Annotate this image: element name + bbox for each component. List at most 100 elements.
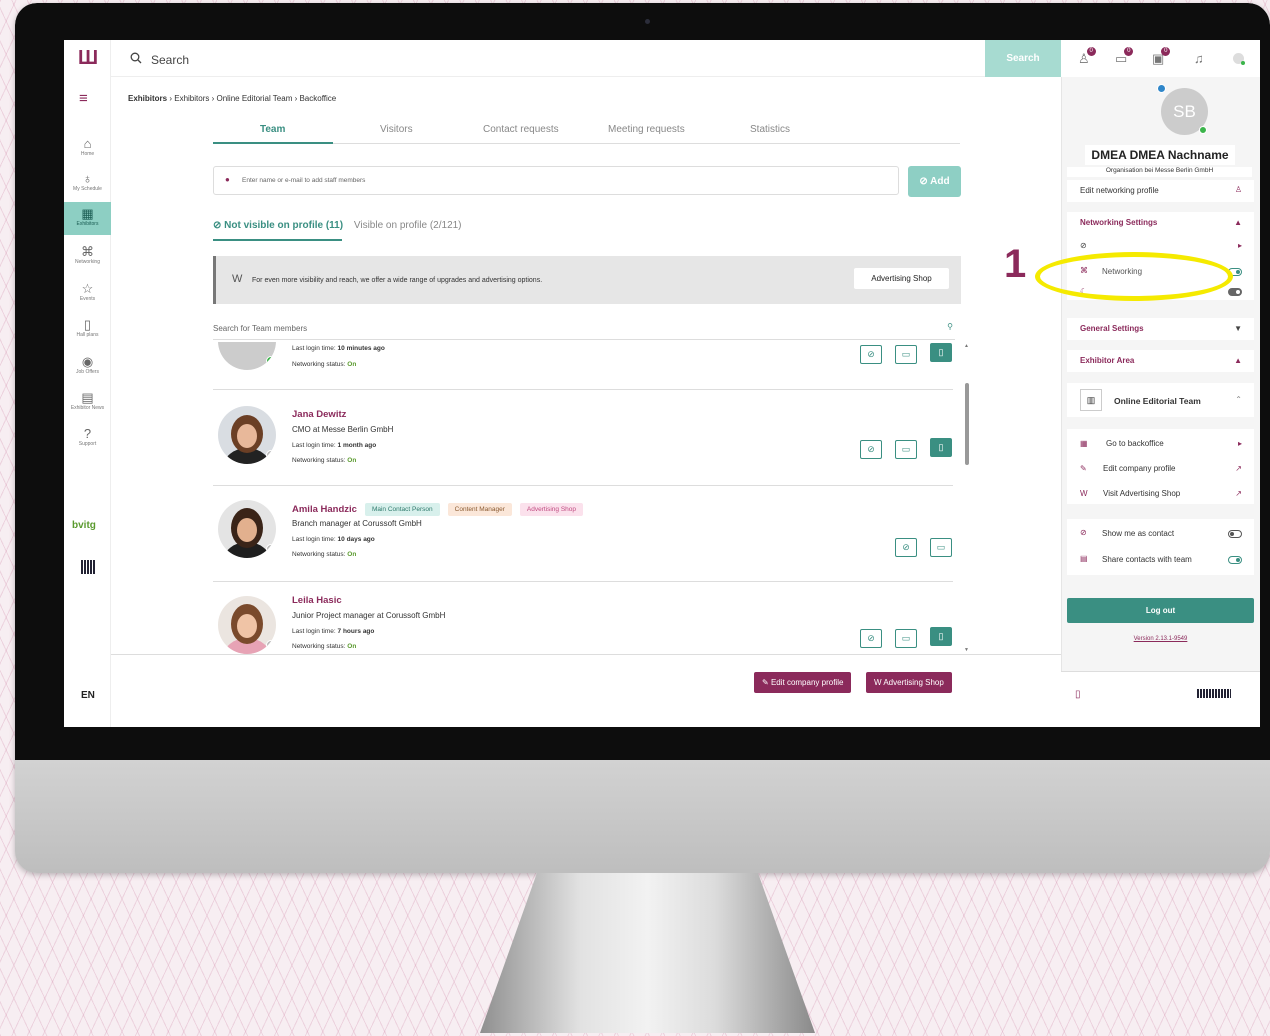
edit-company-profile-button[interactable]: ✎ Edit company profile: [754, 672, 852, 693]
advertising-shop-footer-button[interactable]: W Advertising Shop: [866, 672, 952, 693]
scrollbar-thumb[interactable]: [965, 383, 969, 465]
advertising-banner: W For even more visibility and reach, we…: [213, 256, 961, 304]
tab-visitors[interactable]: Visitors: [380, 124, 413, 135]
schedule-icon: ♁: [82, 171, 93, 186]
version-link[interactable]: Version 2.13.1-9549: [1067, 636, 1254, 642]
share-icon: ▤: [1080, 554, 1088, 563]
calendar-icon[interactable]: ▣ 0: [1152, 47, 1171, 67]
sidebar-item-support[interactable]: ? Support: [64, 426, 111, 452]
scroll-down-icon[interactable]: ▼: [964, 647, 969, 653]
calendar-badge: 0: [1161, 47, 1171, 56]
edit-company-profile-link[interactable]: Edit company profile: [1103, 464, 1175, 473]
avatar: SB: [218, 342, 276, 370]
add-staff-input[interactable]: ● Enter name or e-mail to add staff memb…: [213, 166, 899, 195]
go-to-backoffice-link[interactable]: Go to backoffice: [1106, 439, 1164, 448]
user-edit-icon: ♙: [1234, 185, 1242, 194]
search-button[interactable]: Search: [985, 40, 1061, 77]
eye-off-icon: ⊘: [1080, 528, 1087, 537]
team-search[interactable]: Search for Team members ⚲: [213, 322, 955, 340]
sidebar-item-schedule[interactable]: ♁ My Schedule: [64, 171, 111, 197]
show-me-as-contact-toggle[interactable]: [1228, 530, 1242, 538]
hide-icon[interactable]: ⊘: [860, 345, 882, 364]
company-logo: ▥: [1080, 389, 1102, 411]
edit-networking-profile[interactable]: Edit networking profile ♙: [1067, 180, 1254, 202]
advertising-shop-button[interactable]: Advertising Shop: [854, 268, 949, 289]
main-contact-tag: Main Contact Person: [364, 503, 440, 516]
messe-berlin-logo: [81, 560, 95, 574]
exhibitor-area-header[interactable]: Exhibitor Area ▲: [1067, 350, 1254, 372]
sidebar-item-events[interactable]: ☆ Events: [64, 281, 111, 307]
sidebar-item-exhibitors[interactable]: ▦ Exhibitors: [64, 202, 111, 235]
chat-icon[interactable]: ▭: [895, 440, 917, 459]
profile-avatar[interactable]: SB: [1157, 84, 1208, 135]
tab-team[interactable]: Team: [260, 124, 285, 135]
sidebar-item-exhibitor-news[interactable]: ▤ Exhibitor News: [64, 390, 111, 416]
general-settings-header[interactable]: General Settings ▼: [1067, 318, 1254, 340]
breadcrumb-item[interactable]: Exhibitors: [174, 94, 209, 103]
shop-icon: W: [1080, 489, 1088, 498]
hide-icon[interactable]: ⊘: [860, 440, 882, 459]
user-avatar[interactable]: [1233, 53, 1245, 65]
delete-icon[interactable]: ▯: [930, 438, 952, 457]
list-item: Amila Handzic Main Contact Person Content …: [213, 486, 953, 582]
chat-icon[interactable]: ▭: [930, 538, 952, 557]
chat-icon[interactable]: ▭ 0: [1115, 47, 1134, 67]
backoffice-tabs: Team Visitors Contact requests Meeting r…: [213, 122, 960, 144]
add-staff-button[interactable]: ⊘ Add: [908, 166, 961, 197]
tab-statistics[interactable]: Statistics: [750, 124, 790, 135]
menu-icon[interactable]: ≡: [79, 90, 88, 107]
networking-settings-header[interactable]: Networking Settings ▲: [1067, 212, 1254, 234]
company-selector[interactable]: ▥ Online Editorial Team ⌃: [1067, 383, 1254, 417]
breadcrumb: Exhibitors › Exhibitors › Online Editori…: [128, 94, 337, 103]
pencil-icon: ✎: [1080, 464, 1087, 473]
link-icon: ⊘: [919, 176, 931, 187]
app-screen: Ш ≡ ⌂ Home ♁ My Schedule ▦ Exhibitors ⌘ Netw…: [64, 40, 1260, 727]
top-bar: [111, 40, 1061, 77]
search-input[interactable]: Search: [151, 53, 189, 67]
chat-icon[interactable]: ▭: [895, 629, 917, 648]
bell-icon[interactable]: ♫: [1194, 51, 1204, 66]
header-icons: ♙ 0 ▭ 0 ▣ 0 ♫: [1061, 40, 1260, 77]
eye-off-icon: ⊘: [213, 220, 225, 231]
sidebar-item-home[interactable]: ⌂ Home: [64, 136, 111, 162]
contacts-icon[interactable]: ♙ 0: [1078, 47, 1096, 67]
delete-icon[interactable]: ▯: [930, 627, 952, 646]
visit-advertising-shop-link[interactable]: Visit Advertising Shop: [1103, 489, 1180, 498]
contacts-badge: 0: [1086, 47, 1096, 56]
search-icon: [130, 52, 142, 64]
chat-icon[interactable]: ▭: [895, 345, 917, 364]
sidebar-item-networking[interactable]: ⌘ Networking: [64, 244, 111, 270]
phone-icon[interactable]: ▯: [1075, 689, 1081, 700]
language-switch[interactable]: EN: [81, 690, 95, 701]
hide-icon[interactable]: ⊘: [895, 538, 917, 557]
delete-icon[interactable]: ▯: [930, 343, 952, 362]
share-contacts-toggle[interactable]: [1228, 556, 1242, 564]
online-status-icon: [1199, 126, 1207, 134]
list-item: Leila Hasic Junior Project manager at Co…: [213, 582, 953, 654]
sponsor-logo[interactable]: bvitg: [72, 520, 96, 531]
list-scrollbar[interactable]: ▲ ▼: [964, 343, 970, 653]
scroll-up-icon[interactable]: ▲: [964, 343, 969, 349]
breadcrumb-root[interactable]: Exhibitors: [128, 94, 167, 103]
messages-badge: 0: [1124, 47, 1134, 56]
sidebar-item-hall-plans[interactable]: ▯ Hall plans: [64, 317, 111, 343]
tab-contact-requests[interactable]: Contact requests: [483, 124, 559, 135]
networking-icon: ⌘: [81, 244, 94, 259]
active-tab-indicator: [213, 142, 333, 144]
profile-name: DMEA DMEA Nachname: [1085, 145, 1235, 165]
tab-visible[interactable]: Visible on profile (2/121): [354, 220, 462, 231]
visibility-tab-indicator: [213, 239, 342, 241]
breadcrumb-item[interactable]: Online Editorial Team: [216, 94, 292, 103]
hide-icon[interactable]: ⊘: [860, 629, 882, 648]
logout-button[interactable]: Log out: [1067, 598, 1254, 623]
breadcrumb-item: Backoffice: [299, 94, 337, 103]
sidebar-item-job-offers[interactable]: ◉ Job Offers: [64, 354, 111, 380]
chevron-up-icon: ⌃: [1235, 395, 1242, 404]
tab-not-visible[interactable]: ⊘ Not visible on profile (11): [213, 220, 343, 231]
support-icon: ?: [83, 426, 92, 441]
app-logo[interactable]: Ш: [78, 47, 98, 70]
dnd-toggle[interactable]: [1228, 288, 1242, 296]
external-link-icon: ↗: [1235, 464, 1242, 473]
visibility-tabs: ⊘ Not visible on profile (11) Visible on…: [213, 220, 462, 231]
tab-meeting-requests[interactable]: Meeting requests: [608, 124, 685, 135]
